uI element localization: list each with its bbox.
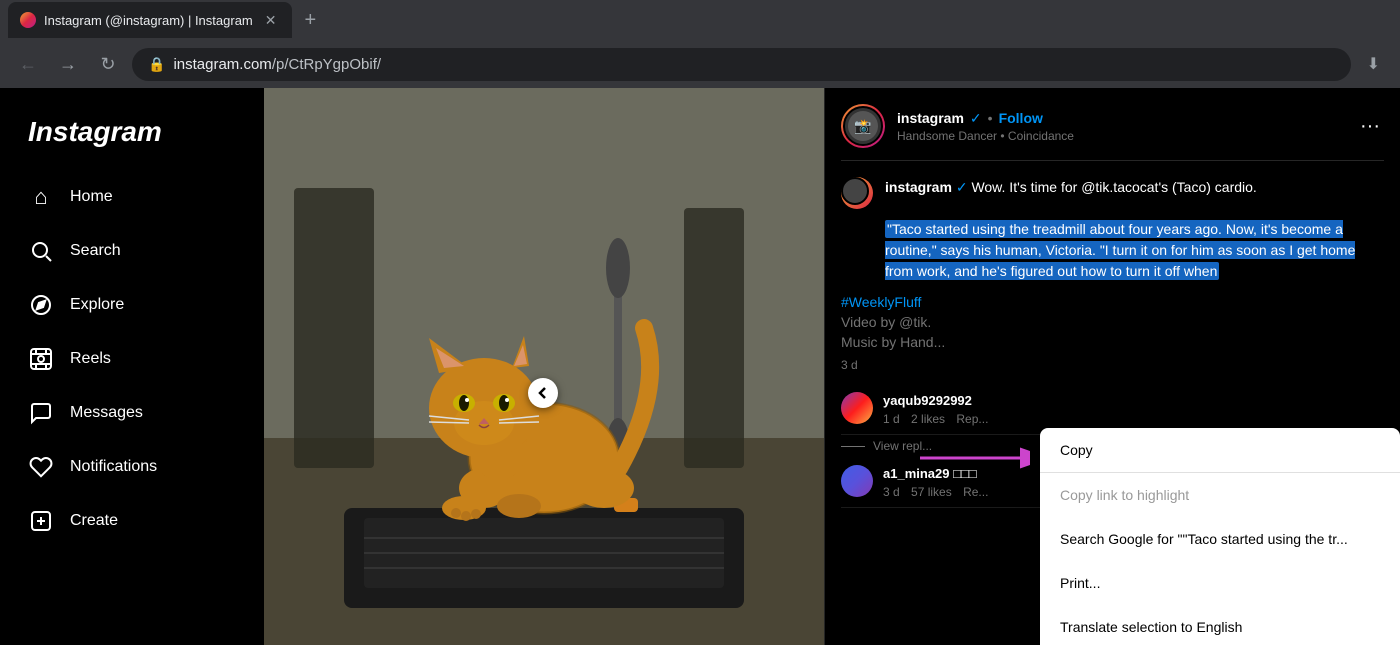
explore-icon: [28, 292, 54, 318]
tab-title: Instagram (@instagram) | Instagram: [44, 13, 253, 28]
url-path: /p/CtRpYgpObif/: [272, 56, 381, 73]
arrow-pointer: [910, 438, 1030, 483]
notifications-icon: [28, 454, 54, 480]
forward-button[interactable]: →: [52, 48, 84, 80]
context-menu-copy-link: Copy link to highlight: [1040, 473, 1400, 517]
reply-username-1: yaqub9292992: [883, 393, 972, 408]
sidebar-item-explore[interactable]: Explore: [12, 280, 252, 330]
sidebar: Instagram ⌂ Home Search Explore Reels: [0, 88, 264, 645]
new-tab-button[interactable]: +: [296, 5, 324, 36]
context-menu: Copy Copy link to highlight Search Googl…: [1040, 428, 1400, 645]
caption-body: Wow. It's time for @tik.tacocat's (Taco)…: [971, 179, 1256, 195]
sidebar-home-label: Home: [70, 188, 113, 206]
instagram-logo: Instagram: [28, 116, 162, 147]
post-username: instagram: [897, 110, 964, 126]
sidebar-item-home[interactable]: ⌂ Home: [12, 172, 252, 222]
tab-bar: Instagram (@instagram) | Instagram ✕ +: [0, 0, 1400, 40]
reply-likes-2: 57 likes: [911, 485, 952, 499]
follow-button[interactable]: Follow: [999, 110, 1043, 126]
avatar-inner: 📸: [843, 106, 883, 146]
reply-action-2[interactable]: Re...: [963, 485, 988, 499]
context-menu-print[interactable]: Print...: [1040, 561, 1400, 605]
sidebar-logo: Instagram: [12, 104, 252, 160]
browser-chrome: Instagram (@instagram) | Instagram ✕ + ←…: [0, 0, 1400, 88]
search-icon: [28, 238, 54, 264]
post-avatar: 📸: [841, 104, 885, 148]
highlighted-caption[interactable]: "Taco started using the treadmill about …: [885, 220, 1355, 280]
caption-text: instagram ✓ Wow. It's time for @tik.taco…: [885, 177, 1384, 282]
post-hashtag: #WeeklyFluff: [841, 294, 1384, 310]
url-bar[interactable]: 🔒 instagram.com/p/CtRpYgpObif/: [132, 48, 1351, 81]
post-back-button[interactable]: [528, 378, 558, 408]
caption-row: instagram ✓ Wow. It's time for @tik.taco…: [841, 177, 1384, 282]
copy-link-label: Copy link to highlight: [1060, 487, 1189, 503]
reply-time-1: 1 d: [883, 412, 900, 426]
address-bar: ← → ↻ 🔒 instagram.com/p/CtRpYgpObif/ ⬇: [0, 40, 1400, 88]
sidebar-item-reels[interactable]: Reels: [12, 334, 252, 384]
context-menu-translate[interactable]: Translate selection to English: [1040, 605, 1400, 645]
view-replies-line: [841, 446, 865, 447]
dot-separator: •: [988, 110, 993, 126]
sidebar-create-label: Create: [70, 512, 118, 530]
context-menu-search-google[interactable]: Search Google for ""Taco started using t…: [1040, 517, 1400, 561]
translate-label: Translate selection to English: [1060, 619, 1242, 635]
reply-action-1[interactable]: Rep...: [956, 412, 988, 426]
messages-icon: [28, 400, 54, 426]
sidebar-item-create[interactable]: Create: [12, 496, 252, 546]
reply-content-1: yaqub9292992 1 d 2 likes Rep...: [883, 392, 1384, 426]
active-tab[interactable]: Instagram (@instagram) | Instagram ✕: [8, 2, 292, 38]
verified-badge: ✓: [970, 110, 982, 127]
caption-avatar-inner: [841, 177, 869, 205]
sidebar-reels-label: Reels: [70, 350, 111, 368]
post-time: 3 d: [841, 358, 1384, 372]
print-label: Print...: [1060, 575, 1100, 591]
back-button[interactable]: ←: [12, 48, 44, 80]
home-icon: ⌂: [28, 184, 54, 210]
post-header: 📸 instagram ✓ • Follow Handsome Dancer •…: [841, 104, 1384, 161]
more-options-button[interactable]: ···: [1356, 111, 1384, 142]
post-subtitle: Handsome Dancer • Coincidance: [897, 129, 1344, 143]
context-menu-copy[interactable]: Copy: [1040, 428, 1400, 472]
caption-area: instagram ✓ Wow. It's time for @tik.taco…: [841, 177, 1384, 372]
reply-likes-1: 2 likes: [911, 412, 945, 426]
reply-avatar-1: [841, 392, 873, 424]
url-domain: instagram.com: [173, 56, 271, 73]
tab-favicon: [20, 12, 36, 28]
tab-close-button[interactable]: ✕: [261, 10, 281, 31]
sidebar-item-search[interactable]: Search: [12, 226, 252, 276]
sidebar-messages-label: Messages: [70, 404, 143, 422]
reply-time-2: 3 d: [883, 485, 900, 499]
reload-button[interactable]: ↻: [92, 48, 124, 80]
search-google-label: Search Google for ""Taco started using t…: [1060, 531, 1348, 547]
sidebar-explore-label: Explore: [70, 296, 124, 314]
sidebar-notifications-label: Notifications: [70, 458, 157, 476]
reels-icon: [28, 346, 54, 372]
sidebar-item-messages[interactable]: Messages: [12, 388, 252, 438]
lock-icon: 🔒: [148, 56, 165, 73]
sidebar-search-label: Search: [70, 242, 121, 260]
download-button[interactable]: ⬇: [1359, 50, 1388, 78]
video-credit: Video by @tik.: [841, 314, 1384, 330]
svg-text:📸: 📸: [854, 118, 871, 135]
page-content: Instagram ⌂ Home Search Explore Reels: [0, 88, 1400, 645]
create-icon: [28, 508, 54, 534]
post-header-info: instagram ✓ • Follow Handsome Dancer • C…: [897, 110, 1344, 143]
post-image: [264, 88, 824, 645]
main-content: 📸 instagram ✓ • Follow Handsome Dancer •…: [264, 88, 1400, 645]
url-text: instagram.com/p/CtRpYgpObif/: [173, 56, 381, 73]
music-credit: Music by Hand...: [841, 334, 1384, 350]
reply-meta-1: 1 d 2 likes Rep...: [883, 412, 1384, 426]
sidebar-item-notifications[interactable]: Notifications: [12, 442, 252, 492]
caption-verified: ✓: [956, 179, 972, 195]
username-row: instagram ✓ • Follow: [897, 110, 1344, 127]
copy-label: Copy: [1060, 442, 1093, 458]
caption-avatar: [841, 177, 873, 209]
caption-username: instagram: [885, 179, 952, 195]
reply-avatar-2: [841, 465, 873, 497]
